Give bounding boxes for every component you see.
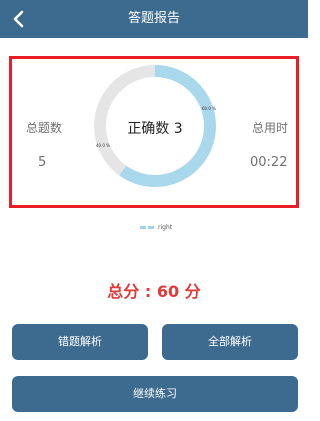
total-questions-label: 总题数 <box>26 121 63 135</box>
total-time-value: 00:22 <box>250 155 288 170</box>
continue-practice-button[interactable]: 继续练习 <box>12 376 298 412</box>
legend-swatch-right <box>140 226 154 229</box>
total-time-label: 总用时 <box>252 121 289 135</box>
slice-label-other: 40.0 % <box>96 143 110 148</box>
all-analysis-button[interactable]: 全部解析 <box>162 324 298 360</box>
chart-legend: right <box>140 224 172 231</box>
slice-label-right: 60.0 % <box>202 106 216 111</box>
wrong-analysis-button[interactable]: 错题解析 <box>12 324 148 360</box>
total-questions-value: 5 <box>38 155 47 170</box>
total-score: 总分 : 60 分 <box>107 282 201 301</box>
correct-count-label: 正确数 3 <box>127 121 183 137</box>
legend-label-right: right <box>158 224 173 231</box>
report-summary-panel: 总题数 5 正确数 3 60.0 % 40.0 % 总用时 00:22 <box>9 56 299 208</box>
page-title: 答题报告 <box>127 11 180 26</box>
top-bar: 答题报告 <box>0 0 308 38</box>
